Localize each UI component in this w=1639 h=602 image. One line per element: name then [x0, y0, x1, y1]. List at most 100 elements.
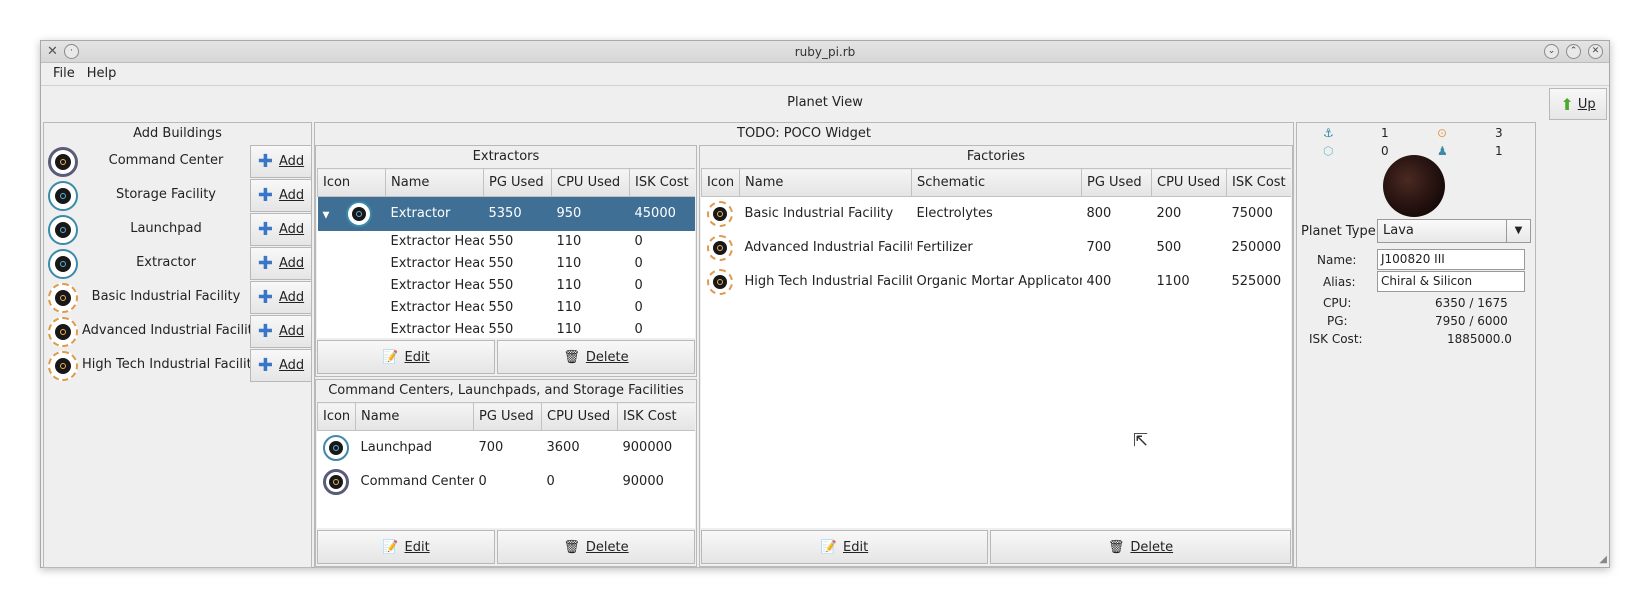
alias-label: Alias:: [1323, 275, 1356, 289]
menu-bar: File Help: [41, 63, 1609, 85]
add-basic-industrial-facility-button[interactable]: ✚ Add: [250, 281, 312, 314]
resize-grip-icon[interactable]: ◢: [1599, 554, 1607, 565]
command-centers-delete-button[interactable]: 🗑 Delete: [497, 530, 695, 564]
building-label: Extractor: [136, 255, 196, 270]
column-header[interactable]: ISK Cost: [617, 402, 695, 431]
name-label: Name:: [1317, 253, 1357, 267]
column-header[interactable]: Name: [355, 402, 474, 431]
table-row[interactable]: Extractor Head 550 110 0: [318, 253, 696, 275]
poco-widget-title: TODO: POCO Widget: [737, 126, 871, 141]
plus-icon: ✚: [257, 320, 273, 342]
extractors-title: Extractors: [472, 149, 540, 164]
factories-edit-button[interactable]: 📝 Edit: [701, 530, 988, 564]
cell-isk: 45000: [629, 196, 695, 231]
column-header[interactable]: PG Used: [483, 168, 552, 197]
planet-type-label: Planet Type:: [1301, 224, 1381, 239]
column-header[interactable]: Schematic: [911, 168, 1082, 197]
column-header[interactable]: PG Used: [473, 402, 542, 431]
add-building-row: High Tech Industrial Facility ✚ Add: [46, 349, 312, 383]
column-header[interactable]: Icon: [317, 402, 356, 431]
plus-icon: ✚: [257, 184, 273, 206]
maximize-button[interactable]: ⌃: [1566, 44, 1581, 59]
close-button[interactable]: ✕: [1588, 44, 1603, 59]
planet-type-value: Lava: [1383, 223, 1414, 238]
basic-industrial-facility-icon: [706, 200, 733, 227]
add-extractor-button[interactable]: ✚ Add: [250, 247, 312, 280]
column-header[interactable]: CPU Used: [551, 168, 630, 197]
table-row[interactable]: Advanced Industrial Facility Fertilizer 70…: [702, 231, 1292, 265]
pg-value: 7950 / 6000: [1435, 314, 1508, 328]
column-header[interactable]: PG Used: [1081, 168, 1152, 197]
column-header[interactable]: Icon: [317, 168, 386, 197]
command-centers-edit-button[interactable]: 📝 Edit: [317, 530, 495, 564]
column-header[interactable]: CPU Used: [1151, 168, 1227, 197]
column-header[interactable]: Name: [385, 168, 484, 197]
name-field[interactable]: J100820 III: [1377, 249, 1525, 270]
add-building-row: Extractor ✚ Add: [46, 247, 312, 281]
chevron-down-icon[interactable]: ▼: [1506, 220, 1530, 242]
cell-cpu: 950: [551, 196, 630, 231]
column-header[interactable]: ISK Cost: [629, 168, 695, 197]
table-row[interactable]: Command Center 0 0 90000: [318, 465, 696, 499]
cpu-label: CPU:: [1323, 296, 1352, 310]
trash-icon: 🗑: [563, 349, 580, 365]
building-label: High Tech Industrial Facility: [82, 357, 260, 372]
extractors-edit-button[interactable]: 📝 Edit: [317, 340, 495, 374]
column-header[interactable]: Name: [739, 168, 912, 197]
alias-field[interactable]: Chiral & Silicon: [1377, 271, 1525, 292]
table-row[interactable]: Basic Industrial Facility Electrolytes 800…: [702, 197, 1292, 231]
building-label: Basic Industrial Facility: [91, 289, 241, 304]
extractor-count-icon: ♟: [1437, 144, 1448, 158]
add-buildings-title: Add Buildings: [133, 126, 222, 141]
extractors-delete-button[interactable]: 🗑 Delete: [497, 340, 695, 374]
expand-arrow-icon[interactable]: ▼: [323, 210, 330, 220]
table-row[interactable]: Extractor Head 550 110 0: [318, 275, 696, 297]
menu-help[interactable]: Help: [81, 63, 123, 85]
building-label: Command Center: [108, 153, 224, 168]
command-centers-table[interactable]: Icon Name PG Used CPU Used ISK Cost Laun…: [317, 402, 695, 528]
column-header[interactable]: ISK Cost: [1226, 168, 1291, 197]
storage-facility-icon: [48, 181, 78, 211]
column-header[interactable]: CPU Used: [541, 402, 618, 431]
table-row[interactable]: ▼ Extractor 5350 950 45000: [317, 196, 695, 231]
column-header[interactable]: Icon: [701, 168, 740, 197]
launchpad-count: 1: [1381, 126, 1389, 140]
table-row[interactable]: Launchpad 700 3600 900000: [318, 431, 696, 465]
extractors-table[interactable]: Icon Name PG Used CPU Used ISK Cost ▼ Ex…: [317, 168, 695, 338]
table-row[interactable]: Extractor Head 550 110 0: [318, 231, 696, 253]
extractor-count: 1: [1495, 144, 1503, 158]
add-high-tech-industrial-facility-button[interactable]: ✚ Add: [250, 349, 312, 382]
up-button[interactable]: ⬆ Up: [1549, 88, 1607, 120]
add-building-row: Advanced Industrial Facility ✚ Add: [46, 315, 312, 349]
extractor-icon: [48, 249, 78, 279]
plus-icon: ✚: [257, 150, 273, 172]
table-row[interactable]: Extractor Head 550 110 0: [318, 319, 696, 339]
up-arrow-icon: ⬆: [1560, 94, 1574, 114]
extractor-icon: [345, 200, 372, 227]
command-centers-group: Command Centers, Launchpads, and Storage…: [315, 379, 697, 567]
command-center-icon: [322, 468, 349, 495]
add-command-center-button[interactable]: ✚ Add: [250, 145, 312, 178]
planet-type-select[interactable]: Lava ▼: [1377, 219, 1531, 243]
add-building-row: Storage Facility ✚ Add: [46, 179, 312, 213]
building-label: Advanced Industrial Facility: [82, 323, 261, 338]
building-label: Storage Facility: [115, 187, 217, 202]
factories-delete-button[interactable]: 🗑 Delete: [990, 530, 1291, 564]
minimize-button[interactable]: ⌄: [1544, 44, 1559, 59]
factories-table[interactable]: Icon Name Schematic PG Used CPU Used ISK…: [701, 168, 1291, 528]
extractors-group: Extractors Icon Name PG Used CPU Used IS…: [315, 145, 697, 377]
cpu-value: 6350 / 1675: [1435, 296, 1508, 310]
menu-file[interactable]: File: [47, 63, 81, 85]
add-launchpad-button[interactable]: ✚ Add: [250, 213, 312, 246]
isk-cost-value: 1885000.0: [1447, 332, 1512, 346]
table-row[interactable]: High Tech Industrial Facility Organic Mor…: [702, 265, 1292, 299]
up-label: Up: [1577, 96, 1596, 112]
factory-count-icon: ⊙: [1437, 126, 1448, 140]
cell-name: Extractor: [385, 196, 484, 231]
add-building-row: Launchpad ✚ Add: [46, 213, 312, 247]
add-advanced-industrial-facility-button[interactable]: ✚ Add: [250, 315, 312, 348]
table-row[interactable]: Extractor Head 550 110 0: [318, 297, 696, 319]
plus-icon: ✚: [257, 286, 273, 308]
storage-count-icon: ⬡: [1323, 144, 1334, 158]
add-storage-facility-button[interactable]: ✚ Add: [250, 179, 312, 212]
